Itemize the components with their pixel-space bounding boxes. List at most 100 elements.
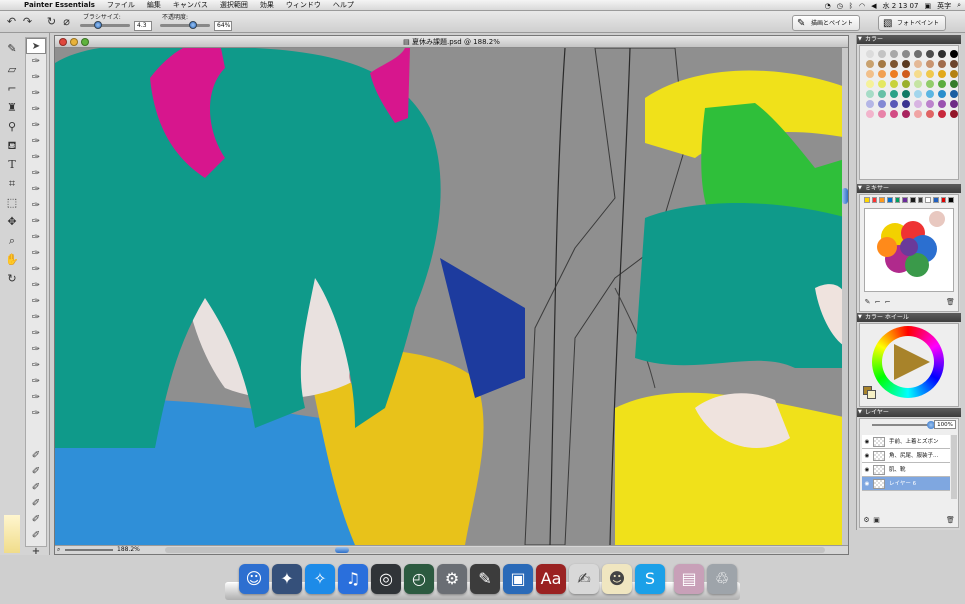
workspace-tab-draw-paint[interactable]: ✎ 描画とペイント [792, 15, 861, 31]
color-swatch[interactable] [914, 110, 922, 118]
color-swatch[interactable] [890, 50, 898, 58]
mixer-color-swatch[interactable] [887, 197, 893, 203]
mixer-color-swatch[interactable] [925, 197, 932, 203]
zoom-level[interactable]: 188.2% [117, 546, 140, 554]
opacity-slider-knob[interactable] [189, 21, 198, 29]
brush-variant-icon[interactable]: ✑ [26, 134, 46, 150]
color-swatch[interactable] [902, 60, 910, 68]
brush-variant-icon[interactable]: ✑ [26, 262, 46, 278]
color-swatch[interactable] [950, 70, 958, 78]
color-swatch[interactable] [950, 100, 958, 108]
eraser-tool-icon[interactable]: ▱ [2, 60, 22, 79]
color-swatch[interactable] [938, 50, 946, 58]
color-swatch[interactable] [938, 110, 946, 118]
color-swatch[interactable] [938, 90, 946, 98]
color-swatch[interactable] [914, 80, 922, 88]
mixer-dropper-icon[interactable]: ⌐ [883, 298, 892, 307]
mixer-color-swatch[interactable] [933, 197, 939, 203]
color-wheel-panel-header[interactable]: カラー ホイール [857, 313, 961, 322]
layer-opacity-slider[interactable] [872, 421, 935, 429]
color-swatch[interactable] [938, 70, 946, 78]
dock-preview-icon[interactable]: ✦ [272, 564, 302, 594]
mixer-color-swatch[interactable] [948, 197, 955, 203]
color-swatch[interactable] [878, 90, 886, 98]
workspace-tab-photo-paint[interactable]: ▧ フォトペイント [878, 15, 947, 31]
color-swatch[interactable] [890, 90, 898, 98]
arrow-icon[interactable]: ➤ [26, 38, 46, 54]
color-swatch[interactable] [878, 70, 886, 78]
brush-variant-icon[interactable]: ✑ [26, 406, 46, 422]
marker-variant-icon[interactable]: ✐ [26, 496, 46, 512]
brush-size-field[interactable]: 4.3 [134, 21, 152, 31]
color-swatch[interactable] [914, 50, 922, 58]
zoom-icon[interactable] [81, 38, 89, 46]
mixer-color-swatch[interactable] [902, 197, 909, 203]
undo-icon[interactable]: ↶ [4, 14, 19, 29]
brush-variant-icon[interactable]: ✑ [26, 278, 46, 294]
color-swatch[interactable] [950, 110, 958, 118]
eye-icon[interactable]: ◉ [863, 463, 871, 477]
minimize-icon[interactable] [70, 38, 78, 46]
layer-row[interactable]: ◉ 手前、上着とズボン [862, 435, 950, 449]
dock-skype-icon[interactable]: S [635, 564, 665, 594]
mixer-color-swatch[interactable] [940, 197, 947, 203]
brush-variant-icon[interactable]: ✑ [26, 198, 46, 214]
menu-select[interactable]: 選択範囲 [214, 0, 254, 10]
brush-reset-icon[interactable]: ↻ [44, 14, 59, 29]
dock-safari-icon[interactable]: ✧ [305, 564, 335, 594]
magnifier-tool-icon[interactable]: ⌕ [2, 231, 22, 250]
layer-opacity-field[interactable]: 100% [934, 420, 956, 429]
menu-file[interactable]: ファイル [101, 0, 141, 10]
layer-row[interactable]: ◉ 肌、靴 [862, 463, 950, 477]
input-source-label[interactable]: 英字 [937, 1, 951, 11]
redo-icon[interactable]: ↷ [20, 14, 35, 29]
brush-variant-icon[interactable]: ✑ [26, 358, 46, 374]
rotate-page-tool-icon[interactable]: ↻ [2, 269, 22, 288]
eye-icon[interactable]: ◉ [863, 477, 871, 491]
color-swatch[interactable] [866, 70, 874, 78]
color-swatch[interactable] [878, 110, 886, 118]
brush-variant-icon[interactable]: ✑ [26, 214, 46, 230]
dock-itunes-icon[interactable]: ♫ [338, 564, 368, 594]
color-swatch[interactable] [914, 60, 922, 68]
dock-photo-booth-icon[interactable]: ▣ [503, 564, 533, 594]
color-swatch[interactable] [890, 110, 898, 118]
marker-variant-icon[interactable]: ✐ [26, 480, 46, 496]
paint-bucket-tool-icon[interactable]: ⛾ [2, 136, 22, 155]
color-swatch[interactable] [890, 80, 898, 88]
crop-tool-icon[interactable]: ⌗ [2, 174, 22, 193]
marker-variant-icon[interactable]: ✐ [26, 464, 46, 480]
brush-variant-icon[interactable]: ✑ [26, 246, 46, 262]
document-title-bar[interactable]: ▤ 夏休み課題.psd @ 188.2% [55, 36, 848, 48]
marker-variant-icon[interactable]: ✐ [26, 512, 46, 528]
brush-variant-icon[interactable]: ✑ [26, 310, 46, 326]
opacity-field[interactable]: 64% [214, 21, 232, 31]
color-swatch[interactable] [926, 60, 934, 68]
colors-panel-header[interactable]: カラー [857, 35, 961, 44]
color-swatch[interactable] [926, 90, 934, 98]
brush-ghost-icon[interactable]: ⌀ [59, 14, 74, 29]
color-swatch[interactable] [866, 80, 874, 88]
brush-variant-icon[interactable]: ✑ [26, 390, 46, 406]
new-layer-icon[interactable]: ▣ [872, 516, 881, 525]
color-swatch[interactable] [878, 100, 886, 108]
color-swatch[interactable] [926, 70, 934, 78]
clock[interactable]: 水 2 13 07 [883, 1, 919, 11]
dock-trash-icon[interactable]: ♲ [707, 564, 737, 594]
color-swatch[interactable] [902, 90, 910, 98]
brush-variant-icon[interactable]: ✑ [26, 150, 46, 166]
wifi-icon[interactable]: ◠ [859, 2, 865, 10]
dock-finder-icon[interactable]: ☺ [239, 564, 269, 594]
mixer-dropper-icon[interactable]: ⌐ [873, 298, 882, 307]
magnifier-icon[interactable]: ⌕ [57, 546, 60, 554]
color-swatch[interactable] [914, 90, 922, 98]
menu-canvas[interactable]: キャンバス [167, 0, 214, 10]
delete-layer-icon[interactable]: 🗑 [946, 516, 955, 525]
brush-variant-icon[interactable]: ✑ [26, 54, 46, 70]
brush-variant-icon[interactable]: ✑ [26, 294, 46, 310]
color-swatch[interactable] [938, 100, 946, 108]
stamp-tool-icon[interactable]: ♜ [2, 98, 22, 117]
color-swatch[interactable] [890, 60, 898, 68]
mixer-trash-icon[interactable]: 🗑 [946, 298, 955, 307]
color-swatch[interactable] [950, 90, 958, 98]
